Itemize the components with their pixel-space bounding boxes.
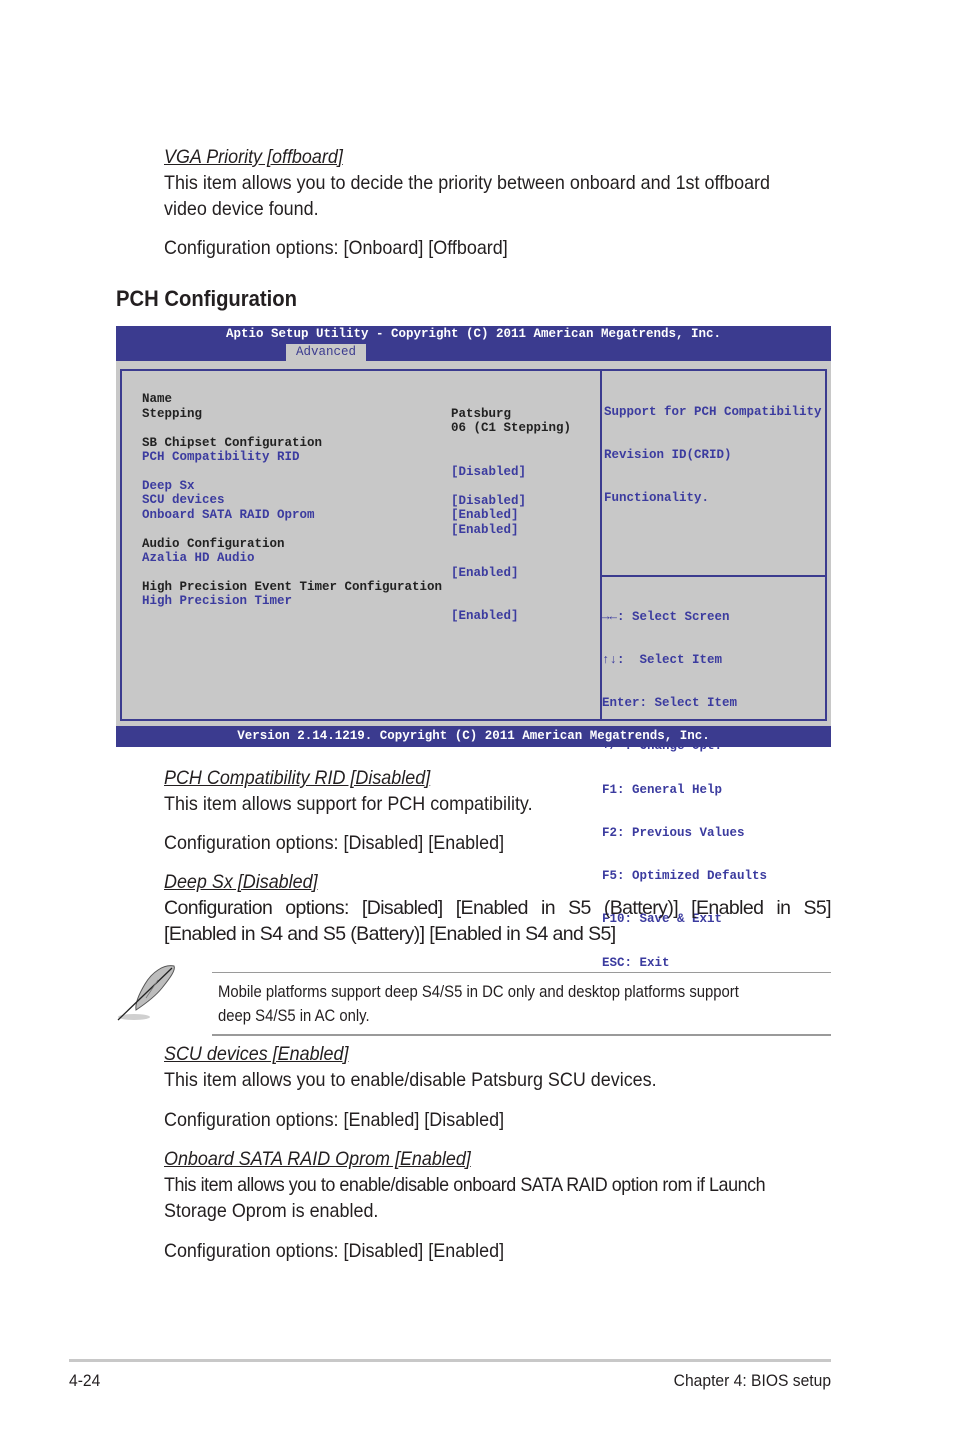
bios-title: Aptio Setup Utility - Copyright (C) 2011… [225,327,722,341]
sata-oprom-desc-2: Storage Oprom is enabled. [164,1200,379,1222]
bios-main-panel: Name Patsburg Stepping 06 (C1 Stepping) … [120,369,827,970]
key-hint-optimized-defaults: F5: Optimized Defaults [602,869,768,884]
footer-rule [69,1359,831,1362]
panel-divider-horizontal [600,575,825,577]
pch-rid-options: Configuration options: [Disabled] [Enabl… [164,832,505,854]
vga-priority-desc-2: video device found. [164,198,319,220]
bios-row-stepping: Stepping 06 (C1 Stepping) [142,393,571,435]
row-label: High Precision Timer [142,594,293,609]
row-label: Azalia HD Audio [142,551,255,566]
row-value[interactable]: [Disabled] [451,494,526,508]
tab-advanced[interactable]: Advanced [286,344,366,361]
bios-help-text: Support for PCH Compatibility Revision I… [604,376,822,534]
pch-rid-desc: This item allows support for PCH compati… [164,793,533,815]
row-label: Stepping [142,406,203,421]
help-line: Revision ID(CRID) [604,448,732,463]
bios-row-azalia-hd-audio[interactable]: Azalia HD Audio [Enabled] [142,537,519,579]
bios-title-bar: Aptio Setup Utility - Copyright (C) 2011… [116,326,831,361]
sata-oprom-title: Onboard SATA RAID Oprom [Enabled] [164,1148,471,1170]
feather-pen-icon [112,962,182,1024]
sata-oprom-desc-1: This item allows you to enable/disable o… [164,1174,766,1196]
scu-devices-options: Configuration options: [Enabled] [Disabl… [164,1109,505,1131]
row-value[interactable]: [Enabled] [451,566,519,580]
vga-priority-desc-1: This item allows you to decide the prior… [164,172,771,194]
note-bottom-rule [212,1034,831,1036]
help-line: Functionality. [604,491,710,506]
bios-screenshot: Aptio Setup Utility - Copyright (C) 2011… [116,326,831,970]
scu-devices-desc: This item allows you to enable/disable P… [164,1069,657,1091]
help-line: Support for PCH Compatibility [604,404,822,419]
bios-row-deep-sx[interactable]: Deep Sx [Disabled] [142,465,526,507]
scu-devices-title: SCU devices [Enabled] [164,1043,349,1065]
note-text-1: Mobile platforms support deep S4/S5 in D… [218,983,739,1001]
bios-group-audio: Audio Configuration [142,523,285,551]
bios-row-name: Name Patsburg [142,378,511,420]
pch-rid-title: PCH Compatibility RID [Disabled] [164,767,431,789]
row-value: Patsburg [451,406,512,421]
deep-sx-title: Deep Sx [Disabled] [164,871,318,893]
row-value: 06 (C1 Stepping) [451,421,572,436]
key-hint-exit: ESC: Exit [602,955,670,970]
row-label: PCH Compatibility RID [142,450,300,465]
key-hint-general-help: F1: General Help [602,782,723,797]
key-hint-enter: Enter: Select Item [602,696,738,711]
key-hint-previous-values: F2: Previous Values [602,825,745,840]
note-text-2: deep S4/S5 in AC only. [218,1007,370,1025]
row-value[interactable]: [Disabled] [451,465,526,479]
bios-row-high-precision-timer[interactable]: High Precision Timer [Enabled] [142,580,519,622]
row-value[interactable]: [Enabled] [451,523,519,537]
row-value[interactable]: [Enabled] [451,508,519,522]
key-hint-select-item: ↑↓: Select Item [602,653,723,668]
bios-group-sb-chipset: SB Chipset Configuration [142,422,322,450]
bios-row-pch-compat-rid[interactable]: PCH Compatibility RID [Disabled] [142,436,526,478]
row-label: Onboard SATA RAID Oprom [142,508,315,523]
page-number: 4-24 [69,1371,101,1390]
chapter-label: Chapter 4: BIOS setup [673,1371,831,1390]
vga-priority-title: VGA Priority [offboard] [164,146,343,168]
deep-sx-options: Configuration options: [Disabled] [Enabl… [164,897,832,945]
bios-row-sata-raid-oprom[interactable]: Onboard SATA RAID Oprom [Enabled] [142,494,519,536]
bios-row-scu-devices[interactable]: SCU devices [Enabled] [142,479,519,521]
section-heading: PCH Configuration [116,286,298,311]
vga-priority-options: Configuration options: [Onboard] [Offboa… [164,237,508,259]
bios-group-hpet: High Precision Event Timer Configuration [142,566,442,594]
note-top-rule [212,972,831,973]
bios-version-bar: Version 2.14.1219. Copyright (C) 2011 Am… [116,726,831,747]
sata-oprom-options: Configuration options: [Disabled] [Enabl… [164,1240,505,1262]
key-hint-select-screen: →←: Select Screen [602,609,730,624]
row-value[interactable]: [Enabled] [451,609,519,623]
